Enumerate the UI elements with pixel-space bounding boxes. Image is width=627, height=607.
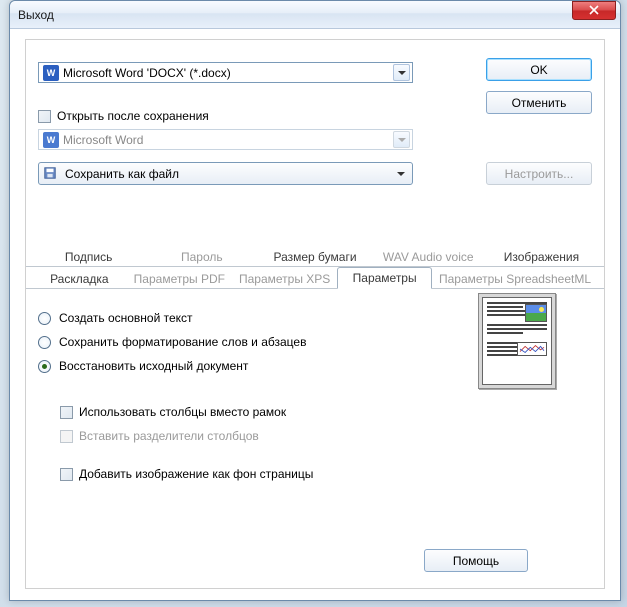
tab-spreadsheetml: Параметры SpreadsheetML	[432, 267, 598, 289]
preview-chart-icon	[517, 342, 547, 356]
word-docx-icon: W	[43, 65, 59, 81]
tab-images[interactable]: Изображения	[485, 245, 598, 267]
open-after-save-label: Открыть после сохранения	[57, 109, 209, 123]
format-dropdown-text: Microsoft Word 'DOCX' (*.docx)	[63, 66, 393, 80]
tab-row-1: Подпись Пароль Размер бумаги WAV Audio v…	[26, 245, 604, 267]
chk-use-columns[interactable]: Использовать столбцы вместо рамок	[60, 405, 592, 419]
page-preview	[478, 293, 556, 389]
radio-icon	[38, 336, 51, 349]
chevron-down-icon	[394, 172, 408, 176]
save-action-text: Сохранить как файл	[65, 167, 394, 181]
tab-row-2: Раскладка Параметры PDF Параметры XPS Па…	[26, 267, 604, 289]
format-dropdown[interactable]: W Microsoft Word 'DOCX' (*.docx)	[38, 62, 413, 83]
chevron-down-icon	[393, 64, 410, 81]
tab-password: Пароль	[145, 245, 258, 267]
checkbox-icon	[60, 430, 73, 443]
chk-insert-separators: Вставить разделители столбцов	[60, 429, 592, 443]
radio-icon	[38, 360, 51, 373]
open-after-save-checkbox[interactable]	[38, 110, 51, 123]
tab-pdf-params: Параметры PDF	[127, 267, 232, 289]
tab-signature[interactable]: Подпись	[32, 245, 145, 267]
tab-layout[interactable]: Раскладка	[32, 267, 127, 289]
save-action-dropdown[interactable]: Сохранить как файл	[38, 162, 413, 185]
word-app-icon: W	[43, 132, 59, 148]
window-title: Выход	[18, 8, 572, 22]
dialog-body: OK Отменить W Microsoft Word 'DOCX' (*.d…	[25, 39, 605, 589]
close-icon	[589, 5, 599, 15]
tab-xps-params: Параметры XPS	[232, 267, 337, 289]
tab-content: Создать основной текст Сохранить формати…	[26, 289, 604, 499]
ok-button[interactable]: OK	[486, 58, 592, 81]
preview-image-icon	[525, 304, 547, 322]
configure-button: Настроить...	[486, 162, 592, 185]
application-dropdown-text: Microsoft Word	[63, 133, 393, 147]
close-button[interactable]	[572, 1, 616, 20]
tab-paper-size[interactable]: Размер бумаги	[258, 245, 371, 267]
chk-image-as-bg[interactable]: Добавить изображение как фон страницы	[60, 467, 592, 481]
checkbox-icon	[60, 406, 73, 419]
chevron-down-icon	[393, 131, 410, 148]
titlebar[interactable]: Выход	[10, 1, 620, 29]
tab-parameters[interactable]: Параметры	[337, 267, 432, 289]
application-dropdown: W Microsoft Word	[38, 129, 413, 150]
tabs-container: Подпись Пароль Размер бумаги WAV Audio v…	[26, 245, 604, 499]
disk-icon	[43, 166, 59, 182]
tab-wav-audio: WAV Audio voice	[372, 245, 485, 267]
radio-icon	[38, 312, 51, 325]
checkbox-icon	[60, 468, 73, 481]
dialog-window: Выход OK Отменить W Microsoft Word 'DOCX…	[9, 0, 621, 601]
cancel-button[interactable]: Отменить	[486, 91, 592, 114]
help-button[interactable]: Помощь	[424, 549, 528, 572]
